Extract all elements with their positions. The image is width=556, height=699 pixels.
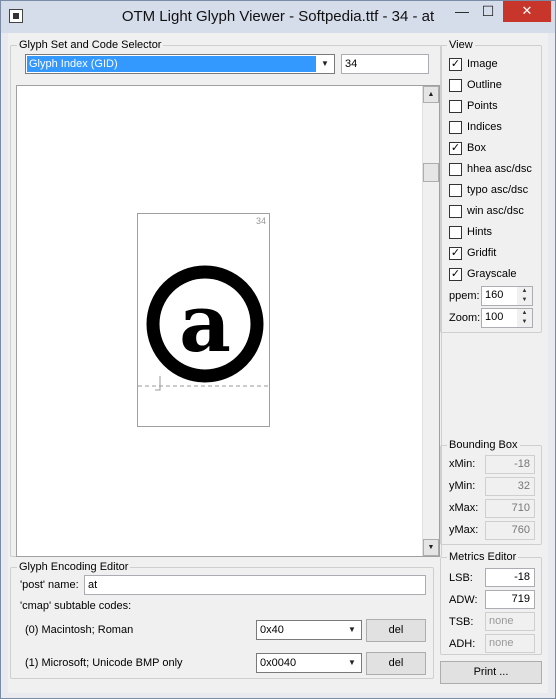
ymin-label: yMin: bbox=[449, 480, 476, 492]
bbox-group-title: Bounding Box bbox=[447, 439, 520, 452]
glyph-image: a bbox=[138, 265, 271, 391]
selector-group-title: Glyph Set and Code Selector bbox=[17, 39, 164, 52]
encoding-group-title: Glyph Encoding Editor bbox=[17, 561, 131, 574]
xmin-field: -18 bbox=[485, 455, 535, 474]
adw-field[interactable]: 719 bbox=[485, 590, 535, 609]
close-button[interactable]: ✕ bbox=[503, 1, 551, 22]
del-button[interactable]: del bbox=[366, 619, 426, 642]
chevron-down-icon[interactable]: ▼ bbox=[317, 56, 333, 72]
code-input[interactable]: 34 bbox=[341, 54, 429, 74]
scroll-up-icon[interactable]: ▲ bbox=[423, 86, 439, 103]
cmap-code-value: 0x0040 bbox=[260, 657, 297, 669]
cmap-code-value: 0x40 bbox=[260, 624, 284, 636]
minimize-button[interactable]: — bbox=[449, 1, 475, 22]
checkbox[interactable] bbox=[449, 226, 462, 239]
cmap-row-label: (1) Microsoft; Unicode BMP only bbox=[25, 657, 183, 669]
checkbox[interactable] bbox=[449, 163, 462, 176]
spin-up-icon[interactable]: ▲ bbox=[517, 287, 532, 296]
ymin-field: 32 bbox=[485, 477, 535, 496]
lsb-label: LSB: bbox=[449, 572, 473, 584]
lsb-field[interactable]: -18 bbox=[485, 568, 535, 587]
tsb-label: TSB: bbox=[449, 616, 474, 628]
checkbox[interactable] bbox=[449, 184, 462, 197]
bounding-box-group: Bounding Box xMin: -18 yMin: 32 xMax: 71… bbox=[440, 439, 542, 545]
chevron-down-icon[interactable]: ▼ bbox=[344, 622, 360, 638]
ymax-field: 760 bbox=[485, 521, 535, 540]
view-group: View ✓ Image Outline Points Indices ✓ Bo… bbox=[440, 39, 542, 333]
checkbox[interactable] bbox=[449, 79, 462, 92]
spin-up-icon[interactable]: ▲ bbox=[517, 309, 532, 318]
glyph-card: 34 a bbox=[137, 213, 271, 427]
adh-label: ADH: bbox=[449, 638, 476, 650]
cmap-row-label: (0) Macintosh; Roman bbox=[25, 624, 134, 636]
checkbox[interactable]: ✓ bbox=[449, 247, 462, 260]
ppem-spinner[interactable]: 160 ▲ ▼ bbox=[481, 286, 533, 306]
post-name-label: 'post' name: bbox=[20, 579, 79, 591]
cmap-label: 'cmap' subtable codes: bbox=[20, 600, 132, 612]
xmin-label: xMin: bbox=[449, 458, 476, 470]
zoom-label: Zoom: bbox=[449, 312, 481, 324]
zoom-value: 100 bbox=[485, 311, 504, 323]
xmax-field: 710 bbox=[485, 499, 535, 518]
glyph-mode-value: Glyph Index (GID) bbox=[27, 56, 316, 72]
metrics-group-title: Metrics Editor bbox=[447, 551, 519, 564]
title-bar[interactable]: OTM Light Glyph Viewer - Softpedia.ttf -… bbox=[1, 1, 555, 33]
adh-field: none bbox=[485, 634, 535, 653]
spin-down-icon[interactable]: ▼ bbox=[517, 318, 532, 327]
ymax-label: yMax: bbox=[449, 524, 479, 536]
checkbox[interactable] bbox=[449, 205, 462, 218]
glyph-canvas[interactable]: 34 a ▲ ▼ bbox=[16, 85, 440, 557]
metrics-group: Metrics Editor LSB: -18 ADW: 719 TSB: no… bbox=[440, 551, 542, 655]
checkbox[interactable]: ✓ bbox=[449, 142, 462, 155]
del-button[interactable]: del bbox=[366, 652, 426, 675]
client-area: Glyph Set and Code Selector Glyph Index … bbox=[8, 33, 548, 693]
cmap-code-select[interactable]: 0x40 ▼ bbox=[256, 620, 362, 640]
print-button[interactable]: Print ... bbox=[440, 661, 542, 684]
glyph-mode-select[interactable]: Glyph Index (GID) ▼ bbox=[25, 54, 335, 74]
checkbox[interactable]: ✓ bbox=[449, 268, 462, 281]
ppem-label: ppem: bbox=[449, 290, 480, 302]
adw-label: ADW: bbox=[449, 594, 478, 606]
tsb-field: none bbox=[485, 612, 535, 631]
ppem-value: 160 bbox=[485, 289, 504, 301]
checkbox[interactable] bbox=[449, 100, 462, 113]
scroll-thumb[interactable] bbox=[423, 163, 439, 182]
vertical-scrollbar[interactable]: ▲ ▼ bbox=[422, 86, 439, 556]
zoom-spinner[interactable]: 100 ▲ ▼ bbox=[481, 308, 533, 328]
spin-down-icon[interactable]: ▼ bbox=[517, 296, 532, 305]
post-name-input[interactable]: at bbox=[84, 575, 426, 595]
scroll-down-icon[interactable]: ▼ bbox=[423, 539, 439, 556]
checkbox[interactable]: ✓ bbox=[449, 58, 462, 71]
glyph-char: a bbox=[179, 276, 231, 370]
checkbox[interactable] bbox=[449, 121, 462, 134]
chevron-down-icon[interactable]: ▼ bbox=[344, 655, 360, 671]
maximize-button[interactable]: ☐ bbox=[475, 1, 501, 22]
cmap-code-select[interactable]: 0x0040 ▼ bbox=[256, 653, 362, 673]
app-window: OTM Light Glyph Viewer - Softpedia.ttf -… bbox=[0, 0, 556, 699]
view-group-title: View bbox=[447, 39, 475, 52]
xmax-label: xMax: bbox=[449, 502, 479, 514]
